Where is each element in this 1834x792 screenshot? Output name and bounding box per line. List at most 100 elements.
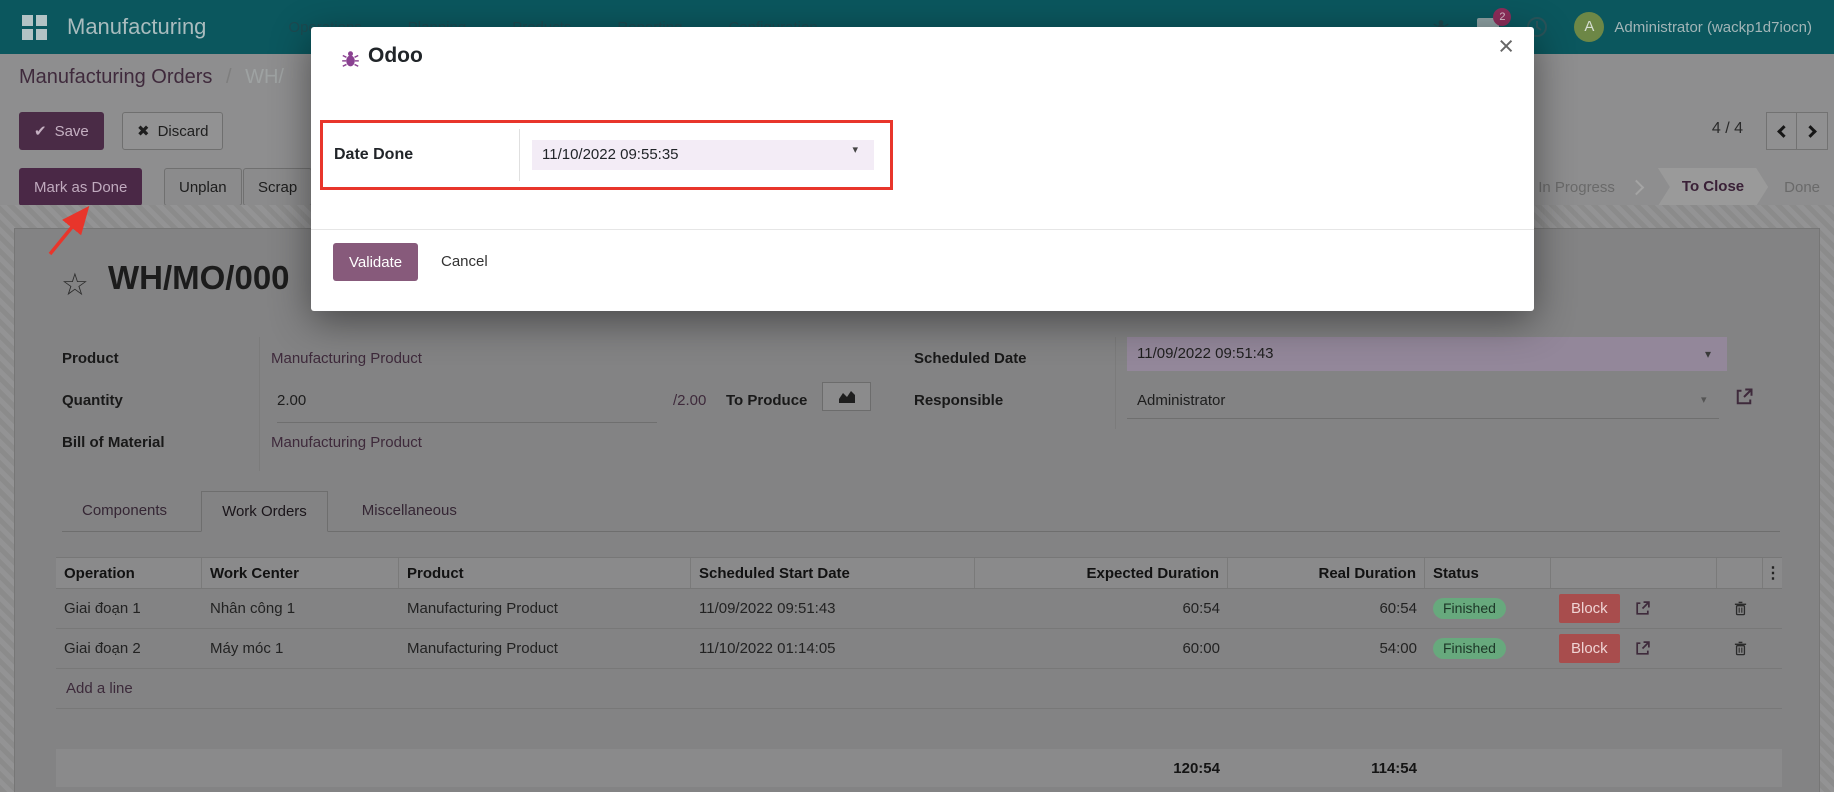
avatar: A: [1574, 12, 1604, 42]
date-done-label: Date Done: [334, 123, 413, 187]
debug-bug-icon: [341, 49, 360, 72]
tab-work-orders[interactable]: Work Orders: [201, 491, 328, 532]
responsible-label: Responsible: [914, 383, 1003, 419]
field-group-divider: [259, 337, 260, 471]
check-icon: ✔: [34, 122, 47, 140]
close-icon[interactable]: ×: [1498, 33, 1514, 60]
pager-next-button[interactable]: [1797, 112, 1828, 150]
block-button[interactable]: Block: [1559, 594, 1620, 623]
cell-scheduled-start: 11/09/2022 09:51:43: [691, 600, 975, 617]
caret-down-icon[interactable]: ▾: [852, 143, 858, 156]
tab-miscellaneous[interactable]: Miscellaneous: [342, 491, 477, 532]
add-a-line-link[interactable]: Add a line: [56, 669, 1782, 709]
date-done-input[interactable]: 11/10/2022 09:55:35: [532, 140, 874, 170]
delete-row-trash-icon[interactable]: [1733, 600, 1748, 617]
cell-operation: Giai đoạn 1: [56, 600, 202, 617]
real-duration-total: 114:54: [1228, 760, 1425, 777]
discard-label: Discard: [158, 123, 209, 140]
pager: [1766, 112, 1828, 150]
annotation-arrow: [38, 200, 102, 262]
validate-button[interactable]: Validate: [333, 243, 418, 281]
breadcrumb-separator: /: [226, 66, 232, 88]
state-in-progress[interactable]: In Progress: [1538, 179, 1615, 196]
work-orders-table: Operation Work Center Product Scheduled …: [56, 557, 1782, 709]
form-sheet: ☆ WH/MO/000 Product Manufacturing Produc…: [14, 228, 1820, 792]
col-work-center[interactable]: Work Center: [202, 558, 399, 588]
scheduled-date-input[interactable]: 11/09/2022 09:51:43: [1127, 337, 1727, 371]
dialog-footer-divider: [311, 229, 1534, 230]
x-icon: ✖: [137, 122, 150, 140]
open-work-order-icon[interactable]: [1634, 640, 1651, 657]
quantity-label: Quantity: [62, 383, 123, 419]
responsible-input[interactable]: Administrator: [1137, 383, 1225, 419]
mark-as-done-dialog: Odoo × Date Done 11/10/2022 09:55:35 ▾ V…: [311, 27, 1534, 311]
unplan-button[interactable]: Unplan: [164, 168, 242, 206]
field-divider: [519, 129, 520, 181]
external-link-icon[interactable]: [1734, 387, 1754, 412]
area-chart-icon: [838, 390, 856, 404]
cancel-button[interactable]: Cancel: [441, 243, 488, 281]
caret-down-icon[interactable]: ▾: [1705, 347, 1711, 361]
breadcrumb-root-link[interactable]: Manufacturing Orders: [19, 66, 212, 88]
quantity-input-underline: [277, 387, 657, 423]
cell-product: Manufacturing Product: [399, 640, 691, 657]
apps-menu-icon[interactable]: [22, 15, 47, 40]
open-work-order-icon[interactable]: [1634, 600, 1651, 617]
user-name: Administrator (wackp1d7iocn): [1614, 19, 1812, 36]
forecast-graph-button[interactable]: [822, 382, 871, 411]
page-title: WH/MO/000: [108, 259, 290, 297]
table-header-row: Operation Work Center Product Scheduled …: [56, 557, 1782, 589]
cell-work-center: Máy móc 1: [202, 640, 399, 657]
table-row[interactable]: Giai đoạn 2 Máy móc 1 Manufacturing Prod…: [56, 629, 1782, 669]
bom-label: Bill of Material: [62, 425, 165, 461]
cell-work-center: Nhân công 1: [202, 600, 399, 617]
block-button[interactable]: Block: [1559, 634, 1620, 663]
col-real-duration[interactable]: Real Duration: [1228, 558, 1425, 588]
col-product[interactable]: Product: [399, 558, 691, 588]
notification-badge: 2: [1493, 8, 1511, 26]
col-scheduled-start[interactable]: Scheduled Start Date: [691, 558, 975, 588]
dialog-title: Odoo: [368, 44, 423, 68]
col-operation[interactable]: Operation: [56, 558, 202, 588]
app-name[interactable]: Manufacturing: [67, 14, 206, 40]
expected-duration-total: 120:54: [975, 760, 1228, 777]
quantity-input[interactable]: 2.00: [277, 383, 306, 419]
tab-components[interactable]: Components: [62, 491, 187, 532]
delete-row-trash-icon[interactable]: [1733, 640, 1748, 657]
to-produce-label: To Produce: [726, 383, 807, 419]
col-delete: [1717, 558, 1763, 588]
discard-button[interactable]: ✖ Discard: [122, 112, 223, 150]
status-badge: Finished: [1433, 638, 1506, 659]
user-menu[interactable]: A Administrator (wackp1d7iocn): [1574, 12, 1812, 42]
product-link[interactable]: Manufacturing Product: [271, 341, 422, 377]
col-expected-duration[interactable]: Expected Duration: [975, 558, 1228, 588]
field-group-divider: [1115, 337, 1116, 429]
chevron-right-icon: [1804, 125, 1817, 138]
statusbar-states: In Progress To Close Done: [1511, 168, 1820, 206]
chevron-separator-icon: [1629, 179, 1645, 195]
cell-operation: Giai đoạn 2: [56, 640, 202, 657]
caret-down-icon[interactable]: ▾: [1701, 393, 1707, 406]
annotation-highlight-box: Date Done 11/10/2022 09:55:35 ▾: [320, 120, 893, 190]
pager-previous-button[interactable]: [1766, 112, 1797, 150]
cell-expected: 60:54: [975, 600, 1228, 617]
breadcrumb-current: WH/: [245, 66, 284, 88]
state-to-close[interactable]: To Close: [1658, 168, 1768, 206]
notebook-tabs: Components Work Orders Miscellaneous: [62, 491, 477, 532]
odoo-screen: Manufacturing Operations Planning Produc…: [0, 0, 1834, 792]
save-button[interactable]: ✔ Save: [19, 112, 104, 150]
status-badge: Finished: [1433, 598, 1506, 619]
table-row[interactable]: Giai đoạn 1 Nhân công 1 Manufacturing Pr…: [56, 589, 1782, 629]
quantity-total: /2.00: [673, 383, 706, 419]
chevron-left-icon: [1777, 125, 1790, 138]
bom-link[interactable]: Manufacturing Product: [271, 425, 422, 461]
pager-value: 4 / 4: [1683, 120, 1743, 138]
optional-columns-icon[interactable]: ⋮: [1765, 565, 1781, 582]
scrap-button[interactable]: Scrap: [243, 168, 312, 206]
save-label: Save: [55, 123, 89, 140]
col-status[interactable]: Status: [1425, 558, 1551, 588]
favorite-star-icon[interactable]: ☆: [61, 267, 89, 303]
state-done[interactable]: Done: [1784, 179, 1820, 196]
scheduled-date-label: Scheduled Date: [914, 341, 1027, 377]
col-actions: [1551, 558, 1717, 588]
